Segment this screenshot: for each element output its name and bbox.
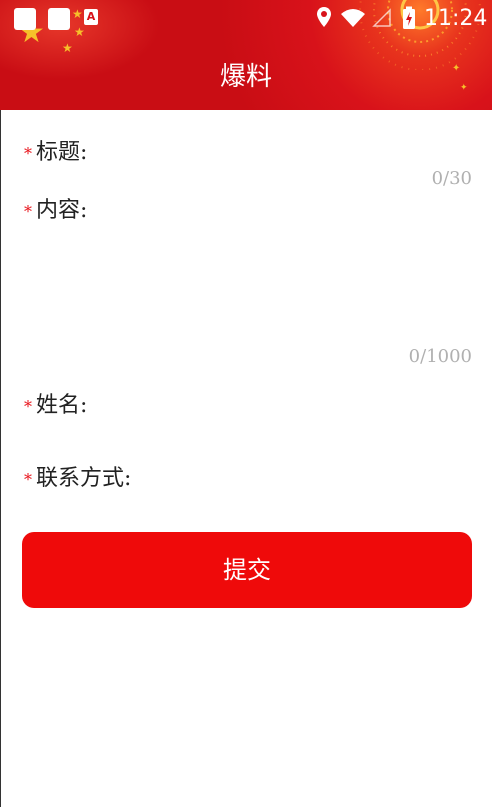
- left-edge-divider: [0, 110, 1, 807]
- flag-star-icon: ★: [62, 41, 73, 55]
- title-field[interactable]: * 标题:: [24, 134, 87, 166]
- app-notification-icon: A: [84, 9, 98, 25]
- name-field[interactable]: * 姓名:: [24, 387, 87, 419]
- notification-icon: [14, 8, 36, 30]
- title-label: 标题:: [36, 140, 88, 165]
- required-mark: *: [24, 143, 32, 163]
- content-char-counter: 0/1000: [408, 346, 472, 367]
- required-mark: *: [24, 201, 32, 221]
- content-label: 内容:: [36, 198, 88, 223]
- status-bar: A 11:24: [0, 0, 492, 36]
- location-icon: [317, 7, 331, 27]
- notification-icon: [48, 8, 70, 30]
- submit-button[interactable]: 提交: [22, 532, 472, 608]
- required-mark: *: [24, 469, 32, 489]
- battery-charging-icon: [403, 6, 415, 29]
- contact-field[interactable]: * 联系方式:: [24, 460, 131, 492]
- required-mark: *: [24, 396, 32, 416]
- name-label: 姓名:: [36, 393, 88, 418]
- wifi-icon: [341, 9, 365, 27]
- signal-icon: [372, 8, 391, 27]
- page-title: 爆料: [219, 62, 272, 92]
- content-field[interactable]: * 内容:: [24, 192, 87, 224]
- status-time: 11:24: [424, 6, 488, 31]
- header-banner: ★ ★ ★ ★ ✦ ✦ A 11:24 爆料: [0, 0, 492, 110]
- title-char-counter: 0/30: [431, 168, 472, 189]
- contact-label: 联系方式:: [36, 466, 132, 491]
